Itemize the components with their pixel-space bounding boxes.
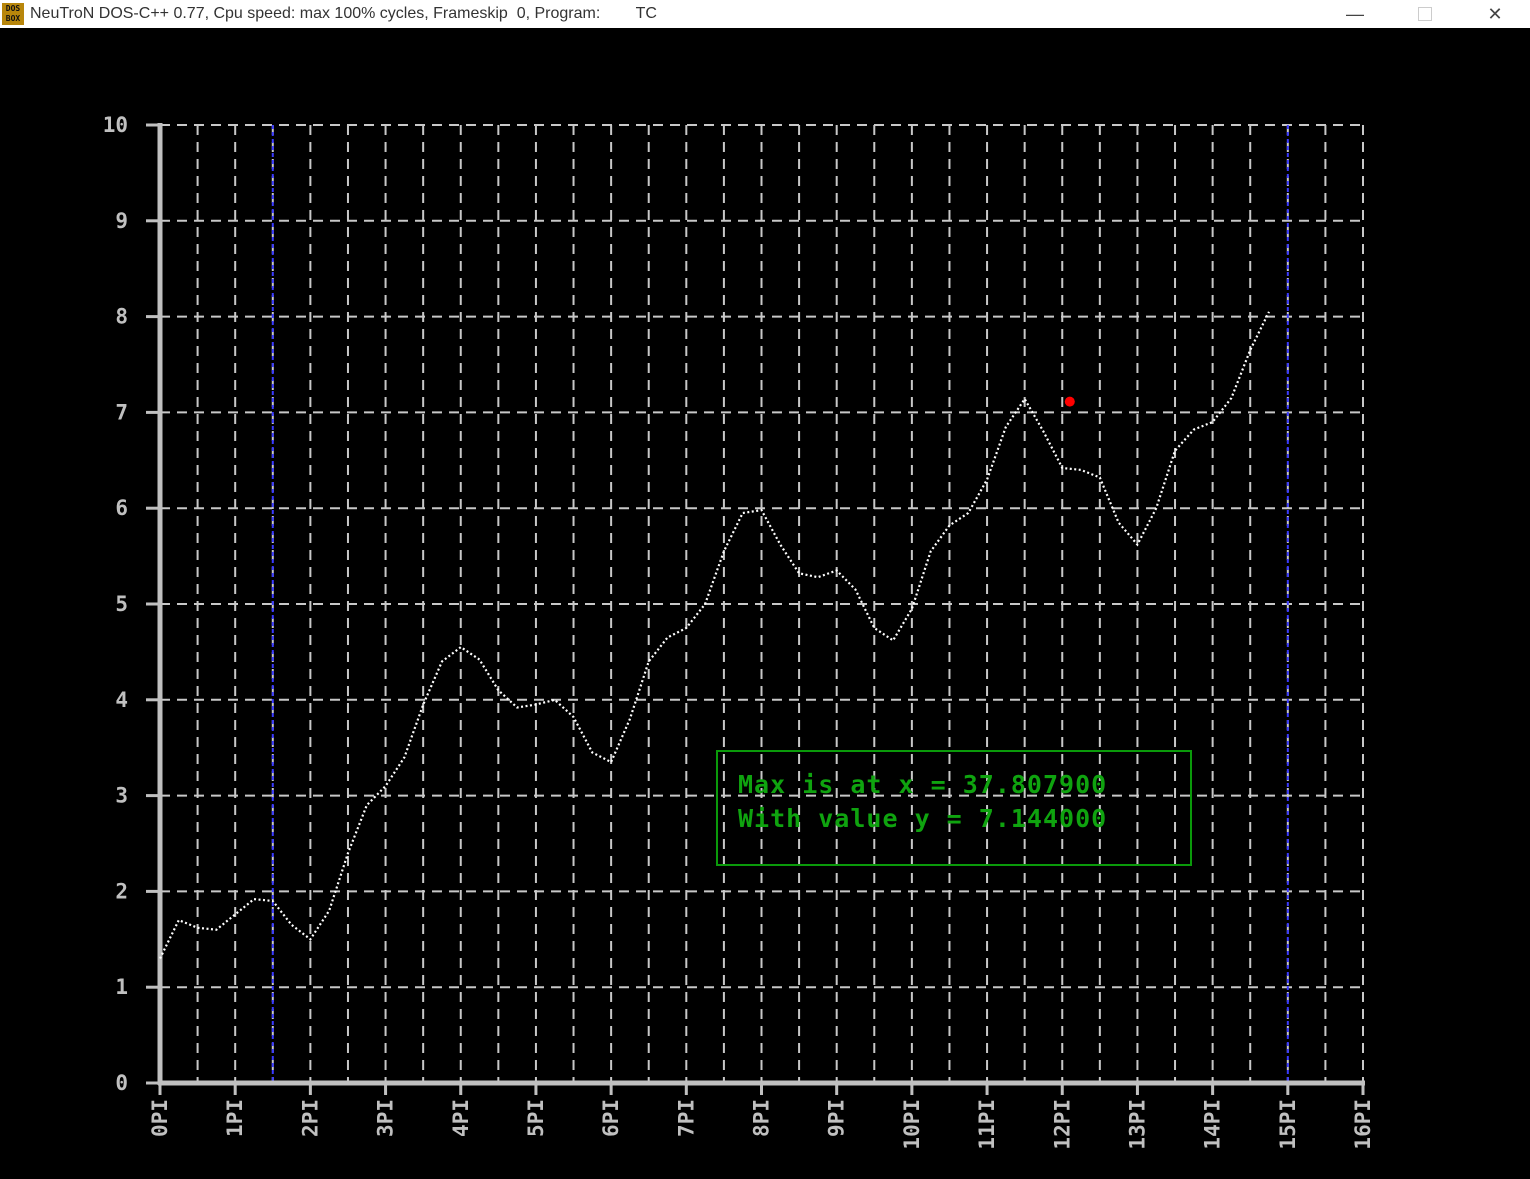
y-tick-label: 6: [115, 496, 128, 520]
x-tick-label: 10PI: [900, 1099, 924, 1150]
x-tick-label: 9PI: [825, 1099, 849, 1137]
y-tick-label: 8: [115, 305, 128, 329]
y-tick-label: 0: [115, 1071, 128, 1095]
x-tick-label: 8PI: [750, 1099, 774, 1137]
max-x-text: Max is at x = 37.807900: [738, 770, 1108, 799]
y-tick-label: 5: [115, 592, 128, 616]
y-tick-label: 7: [115, 400, 128, 424]
x-tick-label: 13PI: [1125, 1099, 1149, 1150]
maximize-icon: [1418, 7, 1432, 21]
y-tick-label: 4: [115, 688, 128, 712]
close-button[interactable]: ✕: [1460, 0, 1530, 28]
y-tick-label: 1: [115, 975, 128, 999]
x-tick-label: 3PI: [374, 1099, 398, 1137]
y-tick-label: 3: [115, 784, 128, 808]
x-tick-label: 14PI: [1201, 1099, 1225, 1150]
max-info-box: Max is at x = 37.807900 With value y = 7…: [716, 750, 1192, 866]
max-y-text: With value y = 7.144000: [738, 804, 1108, 833]
x-tick-label: 6PI: [599, 1099, 623, 1137]
minimize-button[interactable]: —: [1320, 0, 1390, 28]
x-tick-label: 7PI: [674, 1099, 698, 1137]
maximize-button[interactable]: [1390, 0, 1460, 28]
x-tick-label: 1PI: [223, 1099, 247, 1137]
window-controls: — ✕: [1320, 0, 1530, 28]
x-tick-label: 15PI: [1276, 1099, 1300, 1150]
y-tick-label: 10: [103, 113, 128, 137]
x-tick-label: 0PI: [148, 1099, 172, 1137]
x-tick-label: 16PI: [1351, 1099, 1375, 1150]
window-title: NeuTroN DOS-C++ 0.77, Cpu speed: max 100…: [30, 5, 657, 22]
max-point-marker: [1064, 396, 1075, 407]
dos-screen: 0 1 2 3 4 5 6 7 8 9 10 0PI 1PI 2PI 3PI 4PI 5PI 6PI 7PI 8PI 9…: [0, 28, 1530, 1174]
x-tick-label: 2PI: [298, 1099, 322, 1137]
y-tick-label: 2: [115, 879, 128, 903]
x-tick-label: 5PI: [524, 1099, 548, 1137]
x-tick-label: 4PI: [449, 1099, 473, 1137]
title-bar: DOS BOX NeuTroN DOS-C++ 0.77, Cpu speed: …: [0, 0, 1530, 28]
y-tick-label: 9: [115, 209, 128, 233]
x-tick-label: 12PI: [1050, 1099, 1074, 1150]
x-tick-label: 11PI: [975, 1099, 999, 1150]
dosbox-icon: DOS BOX: [2, 3, 24, 25]
function-plot: 0 1 2 3 4 5 6 7 8 9 10 0PI 1PI 2PI 3PI 4PI 5PI 6PI 7PI 8PI 9…: [103, 113, 1375, 1150]
